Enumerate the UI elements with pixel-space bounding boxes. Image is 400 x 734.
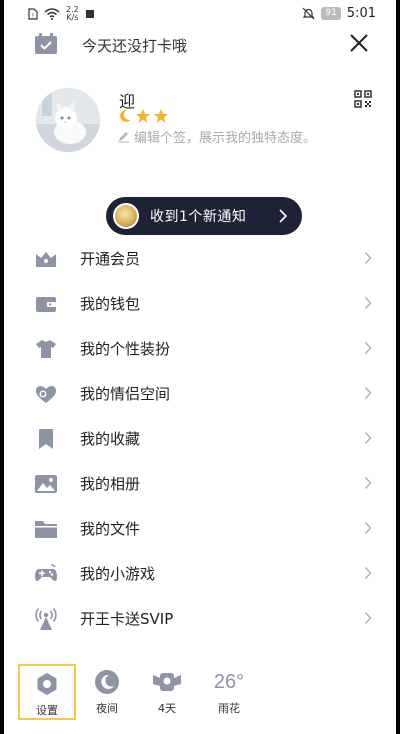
sim-icon: !: [28, 8, 38, 20]
moon-icon: [95, 670, 119, 694]
menu-item-dressup[interactable]: 我的个性装扮: [4, 326, 396, 371]
weather-location: 雨花: [218, 702, 240, 715]
chevron-right-icon: [364, 612, 372, 624]
signal-tower-icon: [35, 607, 57, 630]
weather-button[interactable]: 26° 雨花: [200, 664, 258, 720]
star-badge-icon: [154, 109, 168, 123]
pencil-icon: [118, 132, 129, 143]
chevron-right-icon: [364, 567, 372, 579]
night-mode-button[interactable]: 夜间: [78, 664, 136, 720]
notification-dot-icon: [85, 10, 94, 18]
close-icon[interactable]: [348, 32, 370, 54]
mute-icon: [302, 7, 315, 20]
menu-label: 我的情侣空间: [80, 385, 171, 403]
cat-avatar-image: [36, 88, 100, 152]
punch-card-row[interactable]: 今天还没打卡哦: [4, 32, 396, 58]
settings-label: 设置: [36, 704, 58, 717]
chevron-right-icon: [364, 342, 372, 354]
notification-avatar: [113, 203, 139, 229]
hearts-icon: [36, 386, 56, 403]
level-badges[interactable]: [117, 108, 169, 124]
network-speed: 2.2 K/s: [66, 5, 79, 22]
star-badge-icon: [136, 109, 150, 123]
menu-label: 我的文件: [80, 520, 141, 538]
notification-text: 收到1个新通知: [150, 209, 247, 225]
settings-button[interactable]: 设置: [18, 664, 76, 720]
menu-item-wallet[interactable]: 我的钱包: [4, 281, 396, 326]
menu-label: 开王卡送SVIP: [80, 610, 174, 628]
menu-item-album[interactable]: 我的相册: [4, 461, 396, 506]
chevron-right-icon: [279, 209, 288, 223]
new-notification-button[interactable]: 收到1个新通知: [106, 197, 302, 235]
qr-code-icon[interactable]: [354, 90, 372, 108]
calendar-check-icon: [35, 33, 57, 54]
crown-icon: [36, 252, 56, 267]
chevron-right-icon: [364, 432, 372, 444]
chevron-right-icon: [364, 477, 372, 489]
folder-icon: [35, 521, 57, 538]
chevron-right-icon: [364, 297, 372, 309]
menu-item-king-card-svip[interactable]: 开王卡送SVIP: [4, 596, 396, 641]
menu-item-vip[interactable]: 开通会员: [4, 236, 396, 281]
menu-item-files[interactable]: 我的文件: [4, 506, 396, 551]
gamepad-icon: [35, 564, 57, 581]
photo-icon: [35, 475, 57, 493]
status-bar: ! 2.2 K/s 91 5:01: [4, 0, 396, 30]
avatar[interactable]: [36, 88, 100, 152]
menu-list: 开通会员 我的钱包 我的个性装扮 我的情侣空间 我的收藏 我的相册 我的文件 我…: [4, 236, 396, 641]
wifi-icon: [44, 8, 60, 20]
menu-label: 我的个性装扮: [80, 340, 171, 358]
sign-in-days-label: 4天: [158, 702, 176, 715]
svg-text:!: !: [32, 13, 34, 20]
battery-indicator: 91: [321, 7, 341, 20]
menu-label: 开通会员: [80, 250, 141, 268]
chevron-right-icon: [364, 522, 372, 534]
sign-in-days-button[interactable]: 4天: [138, 664, 196, 720]
signature-text: 编辑个签，展示我的独特态度。: [134, 131, 317, 146]
bookmark-icon: [39, 429, 53, 449]
menu-item-favorites[interactable]: 我的收藏: [4, 416, 396, 461]
clock: 5:01: [346, 6, 376, 21]
bottom-toolbar: 设置 夜间 4天 26° 雨花: [4, 664, 396, 724]
menu-item-couple-space[interactable]: 我的情侣空间: [4, 371, 396, 416]
gear-icon: [37, 673, 57, 695]
shirt-icon: [36, 340, 56, 358]
temperature: 26°: [213, 670, 245, 693]
chevron-right-icon: [364, 252, 372, 264]
menu-label: 我的小游戏: [80, 565, 156, 583]
menu-label: 我的相册: [80, 475, 141, 493]
signature-editor[interactable]: 编辑个签，展示我的独特态度。: [117, 127, 316, 146]
winged-badge-icon: [153, 673, 181, 691]
night-mode-label: 夜间: [96, 702, 118, 715]
menu-label: 我的钱包: [80, 295, 141, 313]
moon-badge-icon: [120, 109, 131, 122]
sidebar-drawer: ! 2.2 K/s 91 5:01 今天还没打卡哦 迎 编辑个签，展示我的独特态…: [4, 0, 396, 734]
chevron-right-icon: [364, 387, 372, 399]
menu-item-minigames[interactable]: 我的小游戏: [4, 551, 396, 596]
wallet-icon: [36, 297, 56, 312]
punch-card-text: 今天还没打卡哦: [82, 37, 188, 55]
menu-label: 我的收藏: [80, 430, 141, 448]
